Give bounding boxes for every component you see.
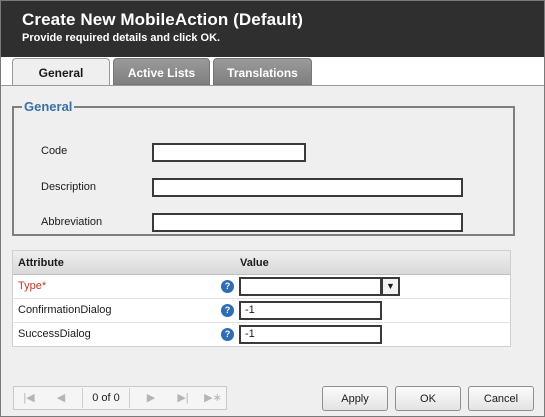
type-select[interactable]: ▼ (239, 277, 400, 296)
attribute-name: ConfirmationDialog (18, 304, 112, 316)
table-row: ConfirmationDialog ? -1 (13, 299, 510, 323)
cancel-button[interactable]: Cancel (468, 386, 534, 411)
general-legend: General (24, 99, 73, 114)
abbreviation-input[interactable] (152, 213, 463, 232)
description-input[interactable] (152, 178, 463, 197)
code-input[interactable] (152, 143, 306, 162)
last-page-icon[interactable]: ▶| (174, 390, 192, 406)
type-select-value[interactable] (239, 277, 382, 296)
dialog-subtitle: Provide required details and click OK. (22, 32, 221, 44)
refresh-icon[interactable]: ▶∗ (204, 390, 222, 406)
description-label: Description (41, 181, 97, 193)
attribute-column-header: Attribute (18, 257, 64, 269)
tab-bar: General Active Lists Translations (1, 57, 544, 86)
tab-content: General Code Description Abbreviation At… (1, 85, 544, 378)
table-row: Type* ? ▼ (13, 275, 510, 299)
attribute-name: SuccessDialog (18, 328, 91, 340)
first-page-icon[interactable]: |◀ (20, 390, 38, 406)
confirmation-dialog-input[interactable]: -1 (239, 301, 382, 320)
attributes-table: Attribute Value Type* ? ▼ ConfirmationDi… (12, 250, 511, 347)
abbreviation-label: Abbreviation (41, 216, 103, 228)
tab-active-lists[interactable]: Active Lists (113, 58, 210, 85)
attribute-name: Type* (18, 280, 47, 292)
pager: |◀ ◀ 0 of 0 ▶ ▶| ▶∗ (13, 386, 227, 410)
table-row: SuccessDialog ? -1 (13, 323, 510, 347)
apply-button[interactable]: Apply (322, 386, 388, 411)
dialog-title: Create New MobileAction (Default) (22, 10, 303, 29)
dialog-footer: |◀ ◀ 0 of 0 ▶ ▶| ▶∗ Apply OK Cancel (1, 378, 544, 416)
next-page-icon[interactable]: ▶ (142, 390, 160, 406)
dialog-header: Create New MobileAction (Default) Provid… (1, 1, 544, 57)
ok-button[interactable]: OK (395, 386, 461, 411)
success-dialog-input[interactable]: -1 (239, 325, 382, 344)
dialog-window: Create New MobileAction (Default) Provid… (0, 0, 545, 417)
general-fieldset: General Code Description Abbreviation (12, 99, 515, 236)
tab-general[interactable]: General (12, 58, 110, 86)
prev-page-icon[interactable]: ◀ (52, 390, 70, 406)
help-icon[interactable]: ? (221, 304, 234, 317)
help-icon[interactable]: ? (221, 328, 234, 341)
page-indicator: 0 of 0 (82, 388, 130, 408)
tab-translations[interactable]: Translations (213, 58, 312, 85)
table-header: Attribute Value (13, 251, 510, 275)
value-column-header: Value (240, 257, 269, 269)
code-label: Code (41, 145, 68, 157)
chevron-down-icon[interactable]: ▼ (381, 277, 400, 296)
help-icon[interactable]: ? (221, 280, 234, 293)
